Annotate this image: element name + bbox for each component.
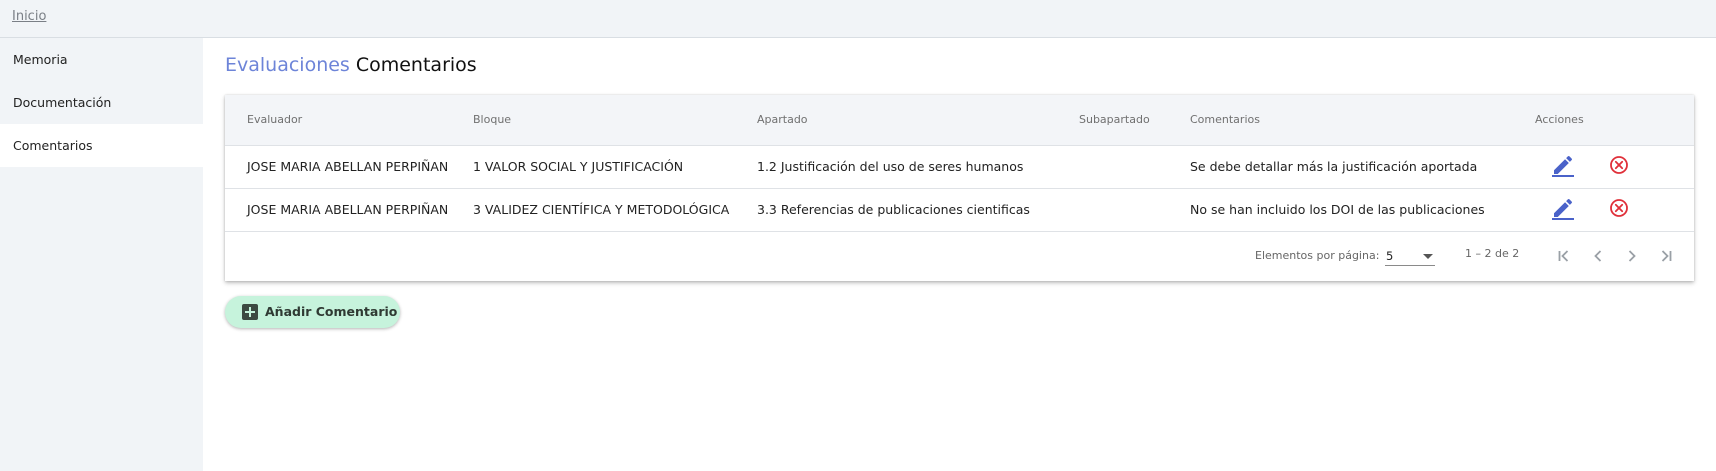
cell-bloque: 1 VALOR SOCIAL Y JUSTIFICACIÓN <box>451 145 735 189</box>
sidebar-item-documentacion[interactable]: Documentación <box>0 81 203 124</box>
previous-page-icon[interactable] <box>1586 244 1610 268</box>
add-comment-label: Añadir Comentario <box>265 304 398 319</box>
edit-icon[interactable] <box>1551 153 1575 180</box>
column-header-comentarios[interactable]: Comentarios <box>1168 95 1513 146</box>
cell-subapartado <box>1057 145 1168 189</box>
add-box-icon <box>242 304 258 320</box>
page-range: 1 – 2 de 2 <box>1465 247 1520 260</box>
cell-acciones <box>1513 145 1694 189</box>
main-content: Evaluaciones Comentarios Evaluador Bloque… <box>203 38 1716 471</box>
cell-apartado: 3.3 Referencias de publicaciones cientif… <box>735 188 1057 232</box>
cell-evaluador: JOSE MARIA ABELLAN PERPIÑAN <box>225 188 451 232</box>
paginator: Elementos por página: 5 1 – 2 de 2 <box>225 231 1694 281</box>
comments-table-card: Evaluador Bloque Apartado Subapartado Co… <box>225 95 1694 281</box>
next-page-icon[interactable] <box>1620 244 1644 268</box>
cell-bloque: 3 VALIDEZ CIENTÍFICA Y METODOLÓGICA <box>451 188 735 232</box>
breadcrumb-evaluaciones[interactable]: Evaluaciones <box>225 54 350 76</box>
breadcrumb-current: Comentarios <box>355 54 477 76</box>
cell-evaluador: JOSE MARIA ABELLAN PERPIÑAN <box>225 145 451 189</box>
dropdown-arrow-icon <box>1423 254 1433 259</box>
page-size-value: 5 <box>1386 249 1394 263</box>
column-header-bloque[interactable]: Bloque <box>451 95 735 146</box>
cell-comentario: Se debe detallar más la justificación ap… <box>1168 145 1513 189</box>
cell-apartado: 1.2 Justificación del uso de seres human… <box>735 145 1057 189</box>
page-title: Evaluaciones Comentarios <box>225 54 477 76</box>
column-header-acciones: Acciones <box>1513 95 1694 146</box>
cell-subapartado <box>1057 188 1168 232</box>
edit-icon[interactable] <box>1551 196 1575 223</box>
table-row: JOSE MARIA ABELLAN PERPIÑAN 1 VALOR SOCI… <box>225 145 1694 189</box>
top-bar: Inicio <box>0 0 1716 38</box>
table-row: JOSE MARIA ABELLAN PERPIÑAN 3 VALIDEZ CI… <box>225 188 1694 232</box>
comments-table: Evaluador Bloque Apartado Subapartado Co… <box>225 95 1694 232</box>
add-comment-button[interactable]: Añadir Comentario <box>225 296 400 328</box>
page-size-select[interactable]: 5 <box>1385 243 1435 266</box>
column-header-subapartado[interactable]: Subapartado <box>1057 95 1168 146</box>
delete-icon[interactable] <box>1609 155 1629 178</box>
first-page-icon[interactable] <box>1552 244 1576 268</box>
home-link[interactable]: Inicio <box>12 9 46 24</box>
sidebar: Memoria Documentación Comentarios <box>0 38 203 471</box>
cell-comentario: No se han incluido los DOI de las public… <box>1168 188 1513 232</box>
sidebar-item-comentarios[interactable]: Comentarios <box>0 124 203 167</box>
sidebar-item-memoria[interactable]: Memoria <box>0 38 203 81</box>
page-size-label: Elementos por página: <box>1255 249 1380 262</box>
delete-icon[interactable] <box>1609 198 1629 221</box>
column-header-apartado[interactable]: Apartado <box>735 95 1057 146</box>
column-header-evaluador[interactable]: Evaluador <box>225 95 451 146</box>
last-page-icon[interactable] <box>1654 244 1678 268</box>
cell-acciones <box>1513 188 1694 232</box>
table-header-row: Evaluador Bloque Apartado Subapartado Co… <box>225 95 1694 146</box>
